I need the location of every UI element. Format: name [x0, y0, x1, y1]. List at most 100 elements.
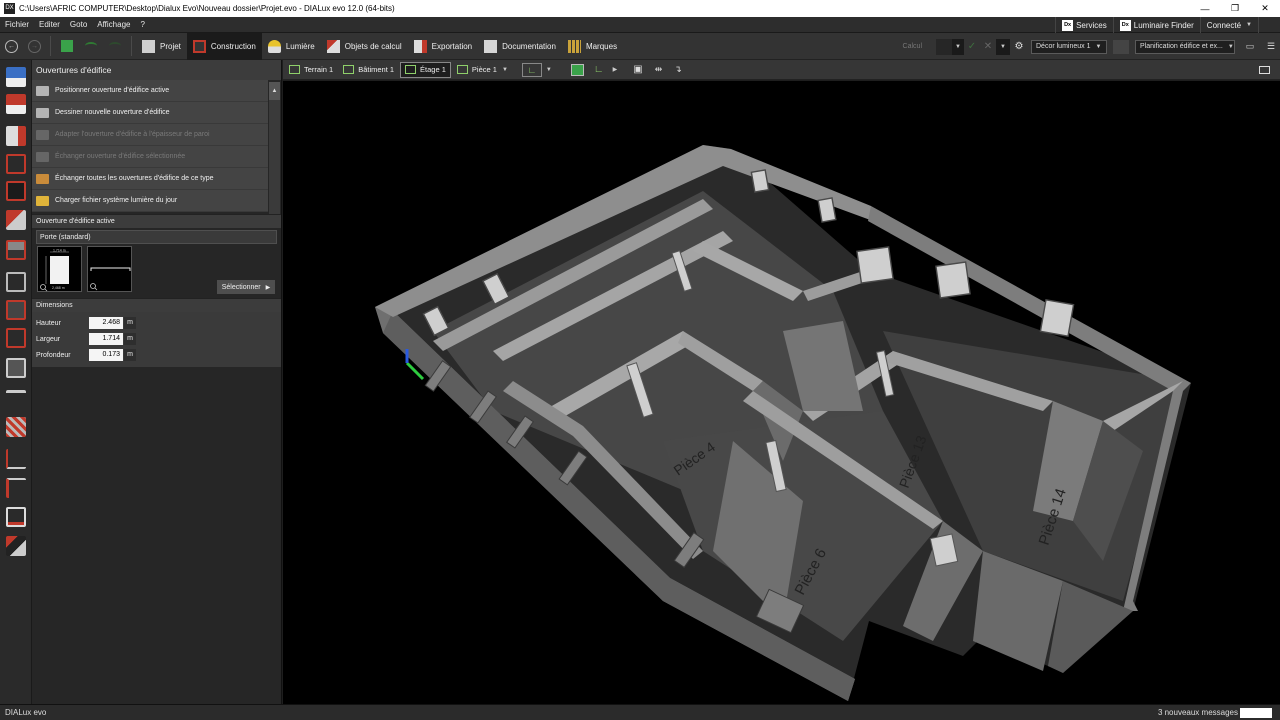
chevron-down-icon: ▼ [1095, 43, 1102, 50]
ceiling-icon[interactable] [6, 300, 26, 320]
tool-strip [0, 60, 32, 704]
documentation-icon [484, 39, 498, 53]
messages-label[interactable]: 3 nouveaux messages [1158, 708, 1238, 717]
services-label: Services [1076, 20, 1107, 30]
scene-settings-icon[interactable] [1113, 39, 1129, 54]
view-mode-icon[interactable]: ∟ [521, 62, 542, 77]
tab-exportation[interactable]: Exportation [408, 33, 478, 60]
width-input[interactable]: 1.714 [89, 333, 123, 345]
chevron-down-icon: ▼ [1246, 22, 1252, 28]
cut-line-icon[interactable] [6, 478, 26, 498]
menu-fichier[interactable]: Fichier [0, 20, 34, 29]
fit-view-icon[interactable]: ▣ [633, 64, 642, 75]
scene-select[interactable]: Décor lumineux 1 ▼ [1031, 39, 1107, 54]
crumb-piece[interactable]: Pièce 1 ▼ [453, 62, 512, 78]
tab-lumiere[interactable]: Lumière [262, 33, 321, 60]
dimension-row-depth: Profondeur 0.173 m [32, 347, 281, 363]
depth-input[interactable]: 0.173 [89, 349, 123, 361]
ruler-icon[interactable]: ▭ [1238, 41, 1262, 52]
planning-mode-select[interactable]: Planification édifice et ex... ▼ [1135, 39, 1235, 54]
chevron-right-icon[interactable]: ▶ [613, 66, 618, 73]
redo-icon[interactable] [109, 42, 121, 50]
dwg-import-icon[interactable] [6, 67, 26, 87]
wall-icon[interactable] [6, 210, 26, 230]
chevron-down-icon[interactable]: ▼ [952, 38, 964, 55]
action-swap-selected[interactable]: Échanger ouverture d'édifice sélectionné… [32, 146, 268, 168]
tab-objets-de-calcul[interactable]: Objets de calcul [321, 33, 408, 60]
undo-icon[interactable] [85, 42, 97, 50]
menu-goto[interactable]: Goto [65, 20, 92, 29]
action-label: Dessiner nouvelle ouverture d'édifice [55, 109, 170, 116]
save-icon[interactable] [61, 40, 73, 52]
action-position-opening[interactable]: Positionner ouverture d'édifice active [32, 80, 268, 102]
action-load-daylight[interactable]: Charger fichier système lumière du jour [32, 190, 268, 212]
tab-projet[interactable]: Projet [136, 33, 187, 60]
back-icon[interactable]: ← [5, 39, 18, 53]
roof-icon[interactable] [6, 328, 26, 348]
tab-marques[interactable]: Marques [562, 33, 623, 60]
tab-documentation[interactable]: Documentation [478, 33, 562, 60]
action-swap-all[interactable]: Échanger toutes les ouvertures d'édifice… [32, 168, 268, 190]
material-icon[interactable] [6, 417, 26, 437]
door-elevation-thumb[interactable]: 1,714 m 2,468 m [37, 246, 82, 292]
menu-help[interactable]: ? [135, 20, 149, 29]
panel-scrollbar[interactable]: ▲ [269, 82, 280, 214]
action-draw-opening[interactable]: Dessiner nouvelle ouverture d'édifice [32, 102, 268, 124]
minimize-icon[interactable]: — [1190, 0, 1220, 17]
tab-construction[interactable]: Construction [186, 32, 262, 60]
dx-badge-icon: Dx [1119, 19, 1131, 31]
menu-affichage[interactable]: Affichage [92, 20, 135, 29]
fullscreen-icon[interactable] [1259, 65, 1270, 74]
messages-indicator[interactable] [1240, 708, 1272, 718]
window-title: C:\Users\AFRIC COMPUTER\Desktop\Dialux E… [19, 4, 395, 13]
select-opening-button[interactable]: Sélectionner ▶ [217, 280, 275, 294]
door-plan-thumb[interactable] [87, 246, 132, 292]
pdf-import-icon[interactable] [6, 94, 26, 114]
height-dimension-icon[interactable]: ↴ [674, 64, 682, 75]
crumb-label: Terrain 1 [304, 65, 334, 74]
maximize-icon[interactable]: ❐ [1220, 0, 1250, 17]
building-icon[interactable] [6, 154, 26, 174]
select-icon[interactable] [6, 536, 26, 556]
action-adapt-opening[interactable]: Adapter l'ouverture d'édifice à l'épaiss… [32, 124, 268, 146]
menu-icon[interactable]: ☰ [1262, 41, 1280, 52]
cancel-icon[interactable]: ✕ [980, 41, 996, 52]
room-icon[interactable] [6, 272, 26, 292]
scroll-up-icon[interactable]: ▲ [269, 82, 280, 100]
luminaire-finder-button[interactable]: Dx Luminaire Finder [1112, 17, 1200, 33]
filled-view-icon[interactable] [570, 63, 584, 76]
chevron-down-icon[interactable]: ▼ [546, 67, 552, 73]
forward-icon[interactable]: → [28, 39, 41, 53]
crumb-etage[interactable]: Étage 1 [400, 61, 451, 78]
furniture-icon[interactable] [6, 390, 26, 410]
dimension-icon[interactable]: ⇹ [655, 64, 663, 75]
floor-icon [405, 65, 417, 74]
3d-viewport[interactable]: Pièce 4 Pièce 6 Pièce 13 Pièce 14 [283, 81, 1280, 704]
connected-label: Connecté [1206, 20, 1242, 30]
cube-icon[interactable] [6, 358, 26, 378]
wall-view-icon[interactable]: ∟ [594, 64, 604, 75]
rectangle-icon[interactable] [6, 507, 26, 527]
export-icon [413, 39, 427, 53]
crumb-terrain[interactable]: Terrain 1 [285, 62, 337, 78]
close-icon[interactable]: ✕ [1250, 0, 1280, 17]
dimension-label: Hauteur [36, 319, 61, 327]
calcul-label[interactable]: Calcul [903, 43, 922, 50]
connected-menu[interactable]: Connecté ▼ [1199, 17, 1258, 33]
openings-icon[interactable] [6, 181, 26, 201]
check-icon[interactable]: ✓ [964, 41, 980, 52]
services-button[interactable]: Dx Services [1055, 17, 1113, 33]
room-icon [456, 65, 468, 74]
user-icon[interactable] [1258, 17, 1280, 33]
site-icon[interactable] [6, 126, 26, 146]
panel-title: Ouvertures d'édifice [32, 60, 281, 80]
gear-icon[interactable]: ⚙ [1010, 41, 1028, 52]
floor-icon[interactable] [6, 240, 26, 260]
measure-icon[interactable] [6, 449, 26, 469]
height-input[interactable]: 2.468 [89, 317, 123, 329]
chevron-down-icon[interactable]: ▼ [996, 38, 1010, 55]
active-opening-type[interactable]: Porte (standard) [36, 230, 277, 244]
crumb-batiment[interactable]: Bâtiment 1 [339, 62, 398, 78]
menu-editer[interactable]: Editer [34, 20, 65, 29]
status-bar: DIALux evo 3 nouveaux messages [0, 704, 1280, 720]
